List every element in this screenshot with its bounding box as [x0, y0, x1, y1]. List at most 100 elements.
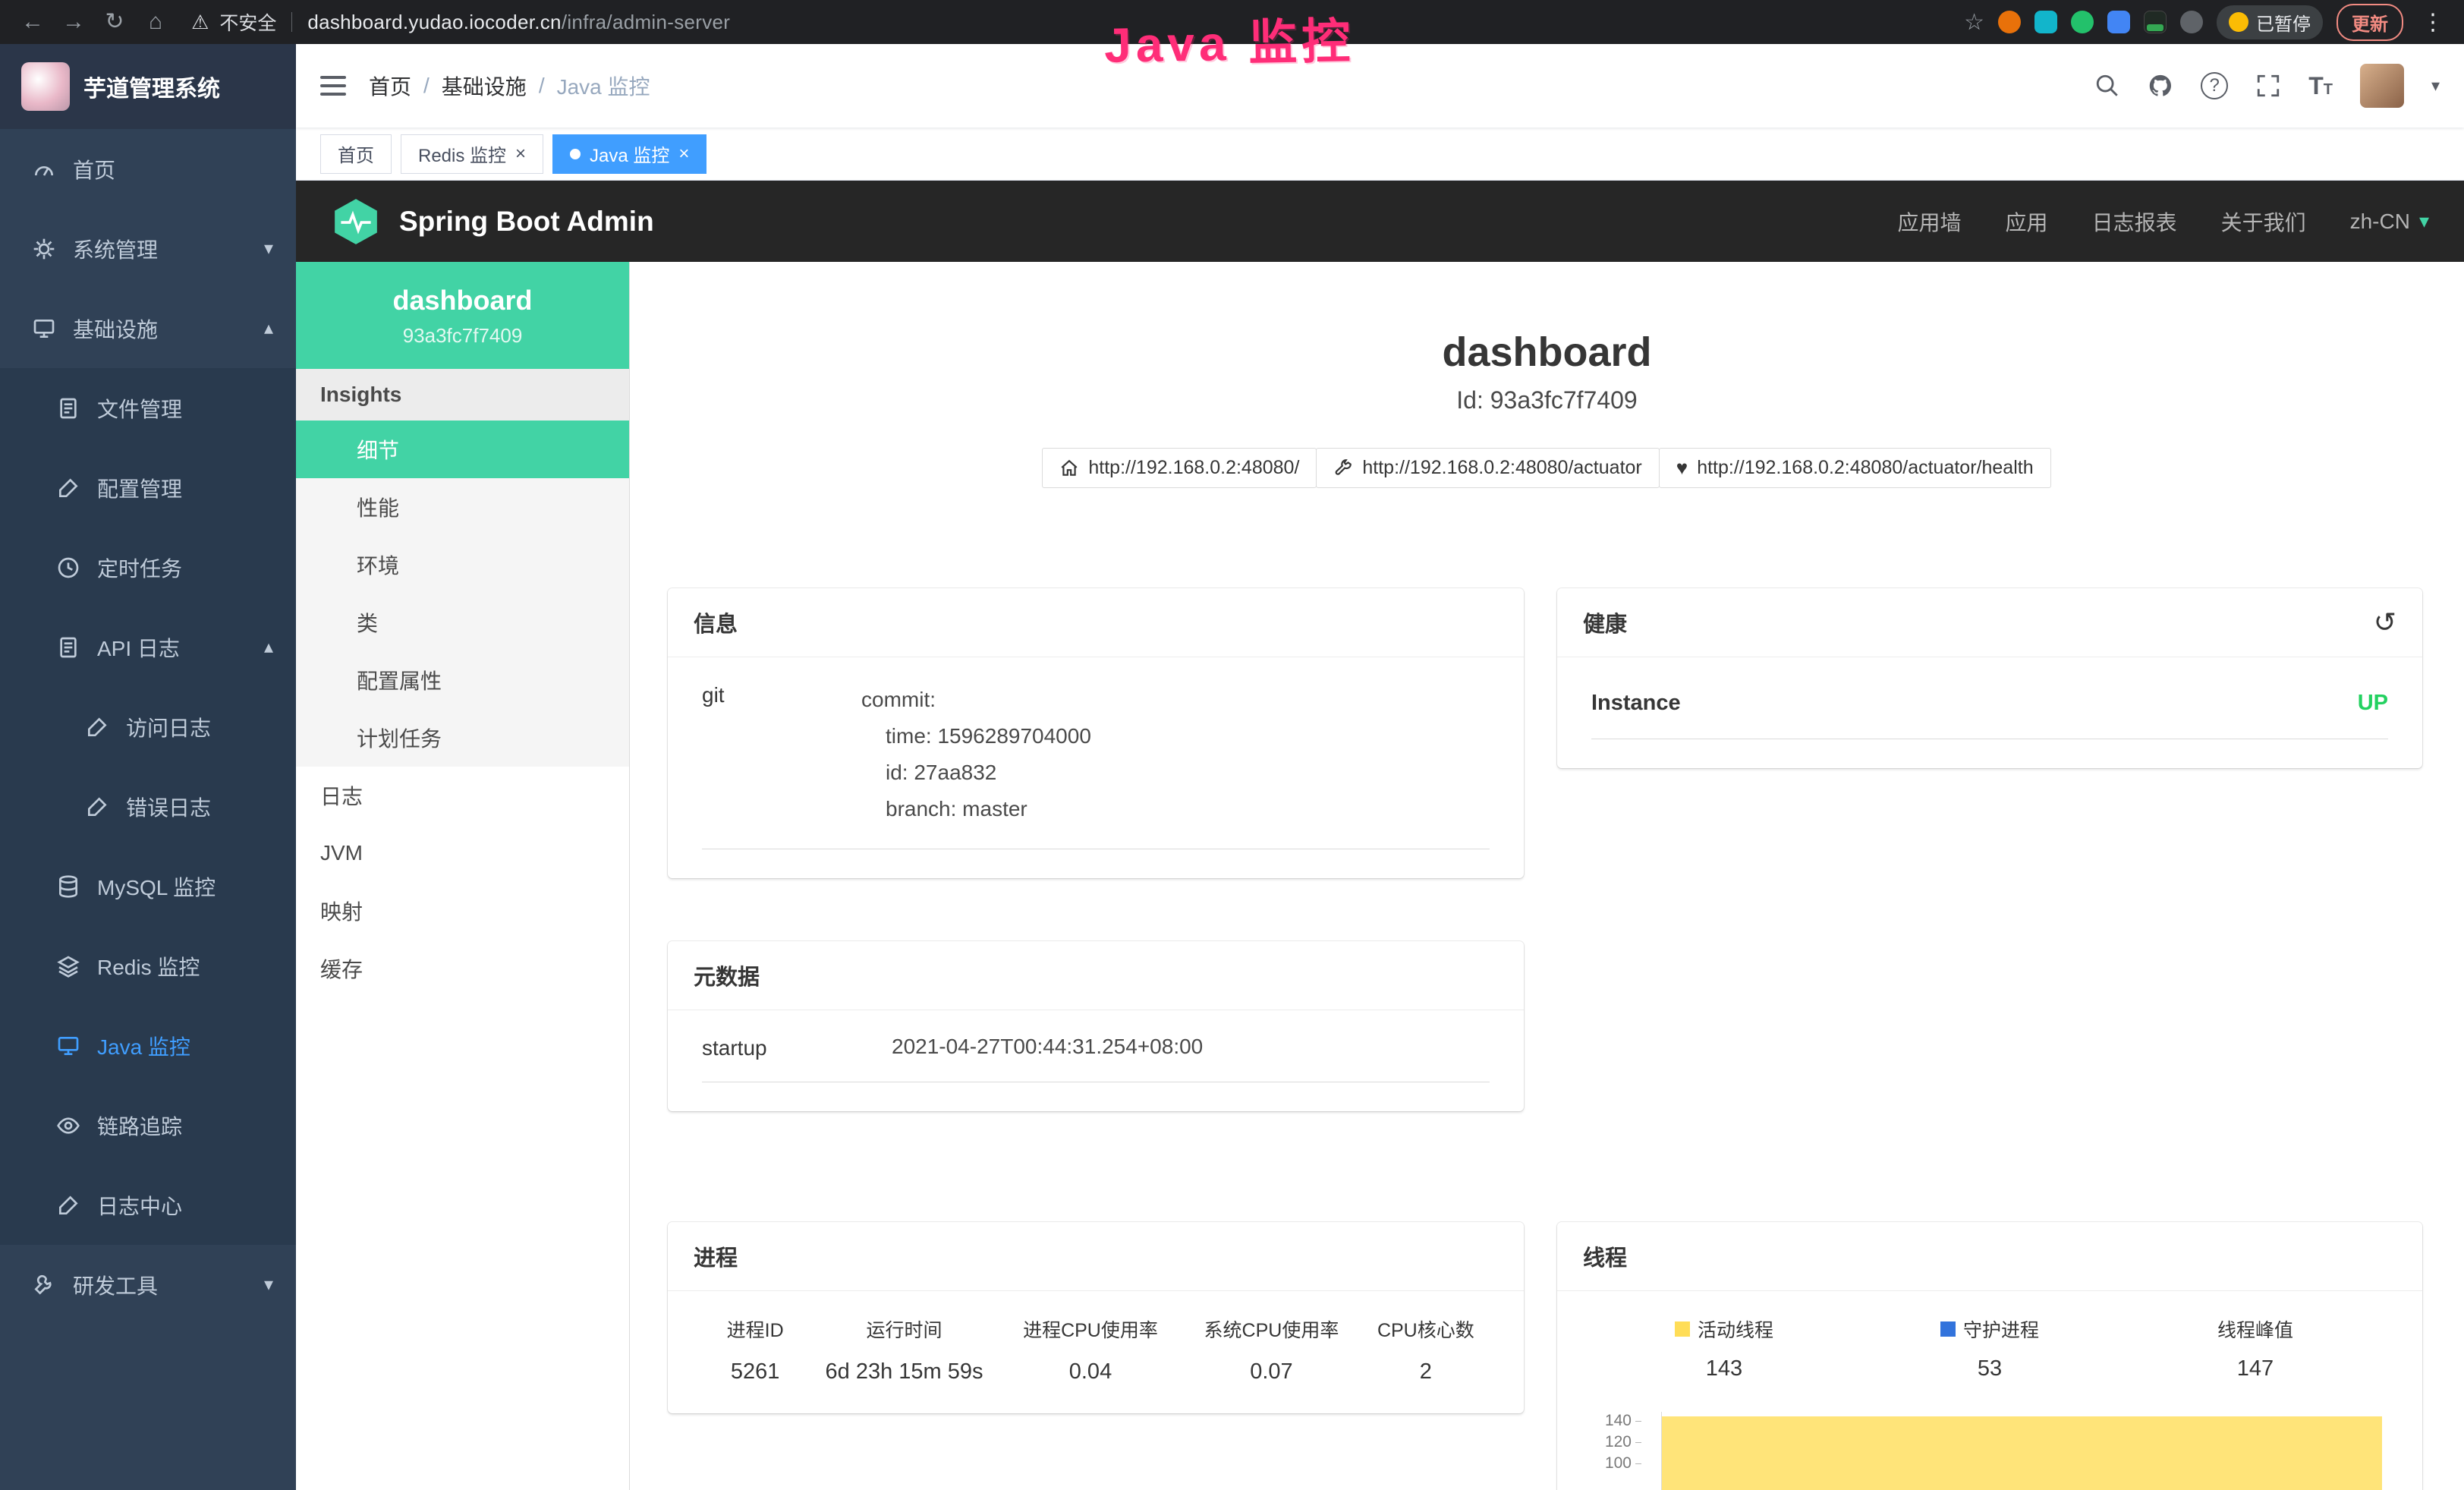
sba-item-jvm[interactable]: JVM — [296, 824, 629, 882]
sba-brand[interactable]: Spring Boot Admin — [399, 206, 654, 238]
doc-icon — [56, 1193, 80, 1218]
reload-icon[interactable]: ↻ — [97, 0, 132, 44]
nav-journal[interactable]: 日志报表 — [2092, 206, 2177, 237]
update-button[interactable]: 更新 — [2337, 4, 2403, 41]
github-icon[interactable] — [2148, 73, 2173, 99]
user-menu-caret-icon[interactable]: ▾ — [2431, 76, 2440, 96]
link-label: http://192.168.0.2:48080/actuator/health — [1697, 457, 2033, 479]
col-pid: 进程ID — [702, 1315, 808, 1343]
sidebar-item-label: 系统管理 — [73, 234, 158, 264]
font-size-icon[interactable]: TT — [2308, 72, 2333, 100]
sidebar-item-label: 基础设施 — [73, 313, 158, 344]
layers-icon — [56, 954, 80, 978]
sba-item-classes[interactable]: 类 — [296, 594, 629, 651]
extension-icon-2[interactable] — [2034, 11, 2057, 33]
sidebar-item-api-logs[interactable]: API 日志 ▴ — [0, 607, 296, 687]
metadata-key: startup — [702, 1035, 892, 1060]
forward-icon[interactable]: → — [56, 0, 91, 44]
link-health-url[interactable]: ♥ http://192.168.0.2:48080/actuator/heal… — [1659, 448, 2051, 488]
profile-paused-badge[interactable]: 已暂停 — [2217, 5, 2323, 39]
legend-label: 守护进程 — [1963, 1315, 2039, 1343]
sidebar-item-home[interactable]: 首页 — [0, 129, 296, 209]
bookmark-star-icon[interactable]: ☆ — [1964, 9, 1984, 36]
y-tick: 120 — [1605, 1433, 1641, 1451]
info-key: git — [702, 682, 861, 827]
help-icon[interactable]: ? — [2201, 72, 2228, 99]
header-actions: ? TT ▾ — [2094, 64, 2440, 108]
sidebar-item-infrastructure[interactable]: 基础设施 ▴ — [0, 288, 296, 368]
locale-label: zh-CN — [2350, 209, 2410, 234]
dashboard-icon — [32, 157, 56, 181]
fullscreen-icon[interactable] — [2255, 73, 2281, 99]
sba-item-metrics[interactable]: 性能 — [296, 478, 629, 536]
close-icon[interactable]: × — [678, 143, 689, 165]
sba-item-loggers[interactable]: 日志 — [296, 767, 629, 824]
tab-redis-monitoring[interactable]: Redis 监控 × — [401, 134, 543, 174]
sidebar-item-scheduled-tasks[interactable]: 定时任务 — [0, 528, 296, 607]
sba-top-menu: 日志 JVM 映射 缓存 — [296, 767, 629, 997]
chevron-down-icon: ▾ — [264, 1274, 273, 1296]
sidebar-item-label: 错误日志 — [126, 792, 211, 822]
locale-select[interactable]: zh-CN ▾ — [2350, 209, 2429, 234]
sidebar-item-error-logs[interactable]: 错误日志 — [0, 767, 296, 846]
legend-swatch-yellow — [1675, 1321, 1690, 1337]
process-card-title: 进程 — [668, 1222, 1524, 1291]
close-icon[interactable]: × — [515, 143, 526, 165]
sidebar-item-file-management[interactable]: 文件管理 — [0, 368, 296, 448]
y-tick: 140 — [1605, 1412, 1641, 1430]
url-host: dashboard.yudao.iocoder.cn — [307, 11, 562, 33]
sidebar-item-redis-monitoring[interactable]: Redis 监控 — [0, 926, 296, 1006]
back-icon[interactable]: ← — [15, 0, 50, 44]
sidebar-item-system-management[interactable]: 系统管理 ▾ — [0, 209, 296, 288]
browser-menu-icon[interactable]: ⋮ — [2417, 9, 2449, 36]
sba-item-details[interactable]: 细节 — [296, 421, 629, 478]
instance-header[interactable]: dashboard 93a3fc7f7409 — [296, 262, 629, 369]
sba-item-environment[interactable]: 环境 — [296, 536, 629, 594]
extension-icon-4[interactable] — [2107, 11, 2130, 33]
threads-legend-row: 活动线程 守护进程 线程峰值 — [1591, 1315, 2388, 1343]
insights-menu: 细节 性能 环境 类 配置属性 计划任务 — [296, 421, 629, 767]
tab-home[interactable]: 首页 — [320, 134, 392, 174]
link-service-url[interactable]: http://192.168.0.2:48080/ — [1042, 448, 1317, 488]
val-pid: 5261 — [702, 1359, 808, 1384]
url-text: dashboard.yudao.iocoder.cn/infra/admin-s… — [307, 11, 730, 34]
sidebar-item-access-logs[interactable]: 访问日志 — [0, 687, 296, 767]
breadcrumb-home[interactable]: 首页 — [369, 71, 411, 101]
database-icon — [56, 874, 80, 899]
sidebar-item-mysql-monitoring[interactable]: MySQL 监控 — [0, 846, 296, 926]
card-title: 元数据 — [694, 959, 760, 991]
sba-item-mappings[interactable]: 映射 — [296, 882, 629, 940]
sba-item-scheduled-tasks[interactable]: 计划任务 — [296, 709, 629, 767]
history-icon[interactable]: ↺ — [2374, 606, 2396, 638]
nav-applications[interactable]: 应用 — [2006, 206, 2048, 237]
extension-icon-5[interactable] — [2144, 11, 2167, 33]
sidebar-item-dev-tools[interactable]: 研发工具 ▾ — [0, 1245, 296, 1325]
metadata-card-body: startup 2021-04-27T00:44:31.254+08:00 — [668, 1010, 1524, 1111]
nav-wallboard[interactable]: 应用墙 — [1898, 206, 1962, 237]
tab-java-monitoring[interactable]: Java 监控 × — [552, 134, 706, 174]
sidebar-toggle-icon[interactable] — [320, 76, 346, 96]
extension-icon-1[interactable] — [1998, 11, 2021, 33]
spring-boot-admin-logo-icon — [331, 197, 381, 247]
metadata-card-title: 元数据 — [668, 941, 1524, 1010]
sba-item-config-properties[interactable]: 配置属性 — [296, 651, 629, 709]
process-value-row: 5261 6d 23h 15m 59s 0.04 0.07 2 — [702, 1343, 1490, 1384]
extension-icon-6[interactable] — [2180, 11, 2203, 33]
user-avatar[interactable] — [2360, 64, 2404, 108]
sidebar-item-label: 定时任务 — [97, 553, 182, 583]
nav-about[interactable]: 关于我们 — [2221, 206, 2306, 237]
breadcrumb-infrastructure[interactable]: 基础设施 — [442, 71, 527, 101]
sidebar-item-link-tracing[interactable]: 链路追踪 — [0, 1085, 296, 1165]
sidebar-item-config-management[interactable]: 配置管理 — [0, 448, 296, 528]
val-cpu-cores: 2 — [1362, 1359, 1490, 1384]
sidebar-item-log-center[interactable]: 日志中心 — [0, 1165, 296, 1245]
sidebar-item-java-monitoring[interactable]: Java 监控 — [0, 1006, 296, 1085]
sba-item-caches[interactable]: 缓存 — [296, 940, 629, 997]
search-icon[interactable] — [2094, 73, 2120, 99]
app-logo[interactable]: 芋道管理系统 — [0, 44, 296, 129]
address-bar[interactable]: ⚠ 不安全 dashboard.yudao.iocoder.cn/infra/a… — [191, 8, 730, 36]
extension-icon-3[interactable] — [2071, 11, 2094, 33]
link-actuator-url[interactable]: http://192.168.0.2:48080/actuator — [1316, 448, 1659, 488]
browser-home-icon[interactable]: ⌂ — [138, 0, 173, 44]
info-card-body: git commit: time: 1596289704000 id: 27aa… — [668, 657, 1524, 878]
